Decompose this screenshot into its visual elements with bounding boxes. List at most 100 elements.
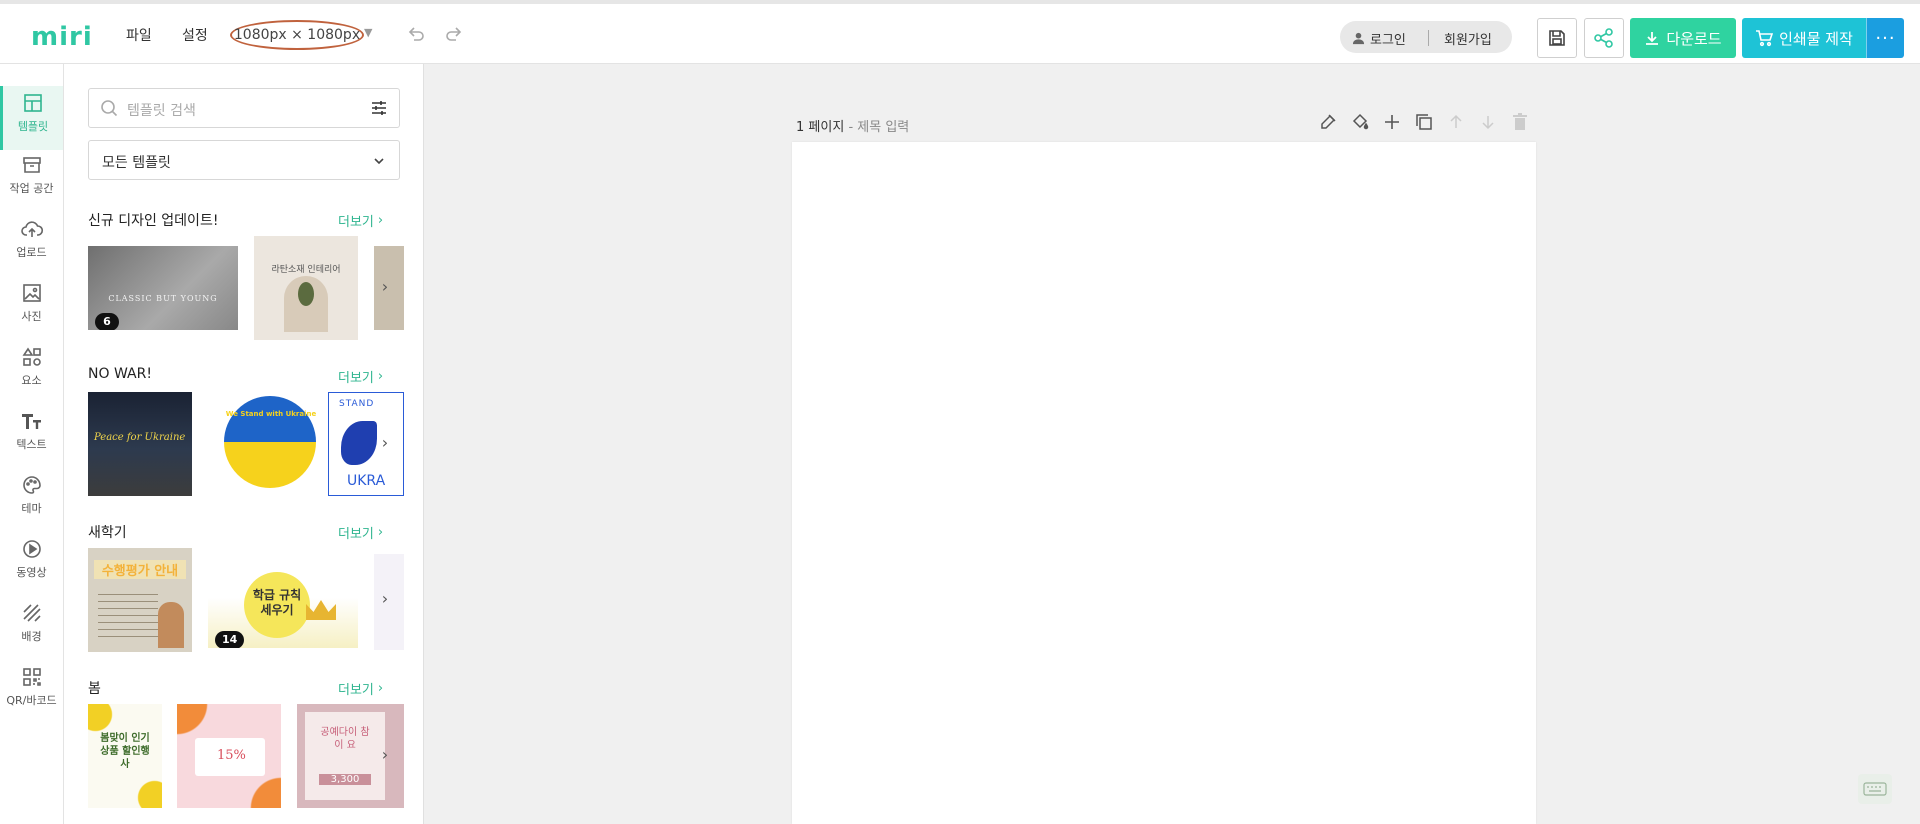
sidebar-item-background[interactable]: 배경: [0, 602, 63, 666]
dove-shape: [341, 421, 377, 465]
print-label: 인쇄물 제작: [1779, 29, 1853, 48]
sidebar-item-label: 사진: [21, 310, 42, 323]
thumbnail-text: 학급 규칙 세우기: [252, 588, 302, 617]
template-thumbnail[interactable]: We Stand with Ukraine: [210, 392, 332, 496]
duplicate-page-icon[interactable]: [1414, 112, 1434, 132]
thumbnail-text: 공예다이 참이 요: [320, 727, 370, 751]
carousel-next-icon[interactable]: ›: [374, 588, 396, 610]
divider: [1428, 30, 1429, 46]
thumbnail-text: 수행평가 안내: [94, 560, 186, 579]
image-icon: [22, 284, 41, 302]
sidebar-item-label: QR/바코드: [6, 694, 57, 707]
redo-icon[interactable]: [444, 24, 464, 44]
carousel-next-icon[interactable]: ›: [374, 432, 396, 454]
template-thumbnail[interactable]: Peace for Ukraine: [88, 392, 192, 496]
template-category-select[interactable]: 모든 템플릿: [88, 140, 400, 180]
keyboard-shortcuts-icon[interactable]: [1858, 774, 1892, 804]
selected-category: 모든 템플릿: [102, 155, 171, 171]
template-search-input[interactable]: 템플릿 검색: [88, 88, 400, 128]
chevron-down-icon[interactable]: ▼: [364, 26, 372, 39]
share-button[interactable]: [1584, 18, 1624, 58]
template-thumbnail[interactable]: 학급 규칙 세우기 14: [208, 564, 358, 648]
see-more-label: 더보기: [338, 683, 374, 698]
sidebar-item-label: 템플릿: [17, 120, 49, 133]
template-panel: 템플릿 검색 모든 템플릿 신규 디자인 업데이트! 더보기 › CLASSIC …: [64, 64, 424, 824]
page-count-badge: 14: [215, 631, 245, 648]
sidebar-item-upload[interactable]: 업로드: [0, 218, 63, 282]
sidebar-item-video[interactable]: 동영상: [0, 538, 63, 602]
see-more-label: 더보기: [338, 527, 374, 542]
section-title-new-semester: 새학기: [88, 525, 127, 541]
download-icon: [1646, 32, 1659, 45]
crown-shape: [306, 600, 336, 620]
section-title-new-designs: 신규 디자인 업데이트!: [88, 213, 219, 229]
template-thumbnail[interactable]: 15%: [177, 704, 281, 808]
sidebar-item-photos[interactable]: 사진: [0, 282, 63, 346]
thumbnail-text: We Stand with Ukraine: [225, 410, 317, 418]
chevron-right-icon: ›: [377, 369, 384, 384]
section-title-no-war: NO WAR!: [88, 366, 152, 382]
template-thumbnail[interactable]: 봄맞이 인기상품 할인행사: [88, 704, 162, 808]
sidebar-item-label: 테마: [21, 502, 42, 515]
move-page-down-icon: [1478, 112, 1498, 132]
login-button[interactable]: 로그인: [1352, 29, 1406, 48]
add-page-icon[interactable]: [1382, 112, 1402, 132]
delete-page-icon: [1510, 112, 1530, 132]
download-label: 다운로드: [1666, 29, 1722, 48]
menu-settings[interactable]: 설정: [182, 25, 208, 45]
archive-icon: [22, 157, 41, 173]
carousel-next-icon[interactable]: ›: [374, 276, 396, 298]
filter-sliders-icon[interactable]: [371, 100, 387, 116]
sidebar-item-elements[interactable]: 요소: [0, 346, 63, 410]
chevron-right-icon: ›: [377, 681, 384, 696]
sidebar-item-templates[interactable]: 템플릿: [0, 86, 63, 150]
design-artboard[interactable]: [792, 142, 1536, 824]
signup-button[interactable]: 회원가입: [1444, 29, 1492, 48]
canvas-size-selector[interactable]: 1080px × 1080px: [230, 20, 364, 50]
see-more-link[interactable]: 더보기 ›: [338, 367, 383, 386]
print-order-button[interactable]: 인쇄물 제작: [1742, 18, 1866, 58]
paint-bucket-icon[interactable]: [1350, 112, 1370, 132]
sidebar-item-label: 작업 공간: [9, 182, 54, 195]
see-more-link[interactable]: 더보기 ›: [338, 679, 383, 698]
move-page-up-icon: [1446, 112, 1466, 132]
template-thumbnail[interactable]: 수행평가 안내: [88, 548, 192, 652]
download-button[interactable]: 다운로드: [1630, 18, 1736, 58]
thumbnail-text: 3,300: [319, 774, 371, 785]
thumbnail-text: 라탄소재 인테리어: [271, 265, 341, 275]
palette-icon: [22, 476, 41, 494]
chevron-right-icon: ›: [377, 213, 384, 228]
see-more-link[interactable]: 더보기 ›: [338, 523, 383, 542]
template-thumbnail[interactable]: CLASSIC BUT YOUNG 6: [88, 246, 238, 330]
user-icon: [1352, 32, 1365, 45]
play-icon: [22, 540, 41, 558]
see-more-link[interactable]: 더보기 ›: [338, 211, 383, 230]
eyedropper-icon[interactable]: [1318, 112, 1338, 132]
sidebar-item-theme[interactable]: 테마: [0, 474, 63, 538]
miri-logo[interactable]: miri: [31, 22, 93, 52]
page-title-input[interactable]: - 제목 입력: [848, 120, 909, 135]
sidebar-item-text[interactable]: 텍스트: [0, 410, 63, 474]
template-thumbnail[interactable]: 라탄소재 인테리어: [254, 236, 358, 340]
qr-icon: [22, 668, 41, 686]
search-icon: [101, 100, 118, 117]
sidebar-item-label: 요소: [21, 374, 42, 387]
carousel-next-icon[interactable]: ›: [374, 744, 396, 766]
stripes-icon: [22, 604, 41, 622]
undo-icon[interactable]: [406, 24, 426, 44]
thumbnail-text: UKRA: [347, 473, 386, 489]
see-more-label: 더보기: [338, 215, 374, 230]
plant-shape: [298, 282, 314, 306]
page-count-badge: 6: [95, 313, 119, 330]
more-options-button[interactable]: ···: [1866, 18, 1904, 58]
shapes-icon: [22, 347, 41, 366]
sidebar-item-qr-barcode[interactable]: QR/바코드: [0, 666, 63, 730]
menu-file[interactable]: 파일: [126, 25, 152, 45]
sidebar-item-workspace[interactable]: 작업 공간: [0, 154, 63, 218]
sidebar-item-label: 배경: [21, 630, 42, 643]
share-icon: [1594, 28, 1613, 48]
save-button[interactable]: [1537, 18, 1577, 58]
sidebar-item-label: 텍스트: [16, 438, 47, 451]
cloud-upload-icon: [20, 221, 43, 237]
see-more-label: 더보기: [338, 371, 374, 386]
